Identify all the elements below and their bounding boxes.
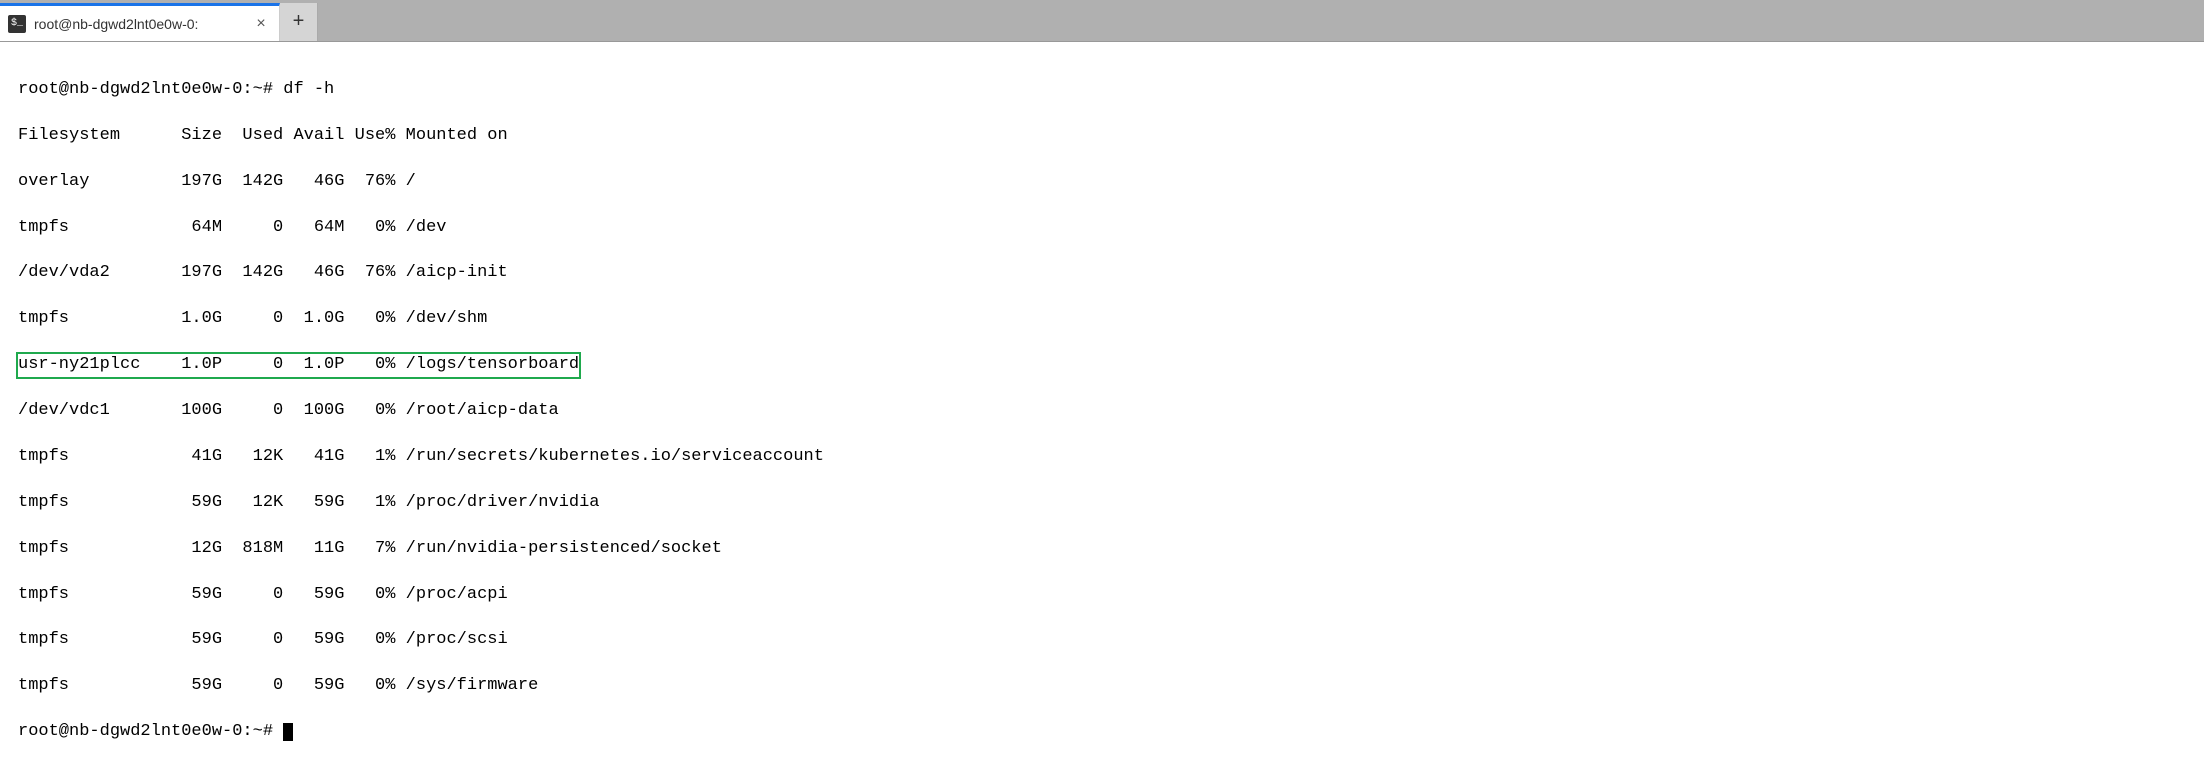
close-icon[interactable]: × xyxy=(253,16,269,32)
active-tab[interactable]: $_ root@nb-dgwd2lnt0e0w-0: × xyxy=(0,3,280,41)
tab-bar: $_ root@nb-dgwd2lnt0e0w-0: × + xyxy=(0,0,2204,42)
highlighted-row: usr-ny21plcc 1.0P 0 1.0P 0% /logs/tensor… xyxy=(16,352,581,379)
new-tab-button[interactable]: + xyxy=(280,3,318,41)
df-row: /dev/vda2 197G 142G 46G 76% /aicp-init xyxy=(18,262,2186,285)
df-row: tmpfs 12G 818M 11G 7% /run/nvidia-persis… xyxy=(18,538,2186,561)
df-row: tmpfs 59G 0 59G 0% /proc/acpi xyxy=(18,584,2186,607)
terminal-output[interactable]: root@nb-dgwd2lnt0e0w-0:~# df -h Filesyst… xyxy=(0,42,2204,781)
terminal-icon: $_ xyxy=(8,15,26,33)
df-row: tmpfs 64M 0 64M 0% /dev xyxy=(18,217,2186,240)
df-row: tmpfs 59G 0 59G 0% /proc/scsi xyxy=(18,629,2186,652)
df-row: tmpfs 41G 12K 41G 1% /run/secrets/kubern… xyxy=(18,446,2186,469)
prompt-line: root@nb-dgwd2lnt0e0w-0:~# xyxy=(18,721,2186,744)
df-row: tmpfs 59G 12K 59G 1% /proc/driver/nvidia xyxy=(18,492,2186,515)
df-header: Filesystem Size Used Avail Use% Mounted … xyxy=(18,125,2186,148)
df-row: overlay 197G 142G 46G 76% / xyxy=(18,171,2186,194)
df-row: tmpfs 1.0G 0 1.0G 0% /dev/shm xyxy=(18,308,2186,331)
cursor-icon xyxy=(283,723,293,741)
tab-title: root@nb-dgwd2lnt0e0w-0: xyxy=(34,16,245,32)
command-line: root@nb-dgwd2lnt0e0w-0:~# df -h xyxy=(18,79,2186,102)
df-row: usr-ny21plcc 1.0P 0 1.0P 0% /logs/tensor… xyxy=(18,354,2186,377)
df-row: tmpfs 59G 0 59G 0% /sys/firmware xyxy=(18,675,2186,698)
df-row: /dev/vdc1 100G 0 100G 0% /root/aicp-data xyxy=(18,400,2186,423)
